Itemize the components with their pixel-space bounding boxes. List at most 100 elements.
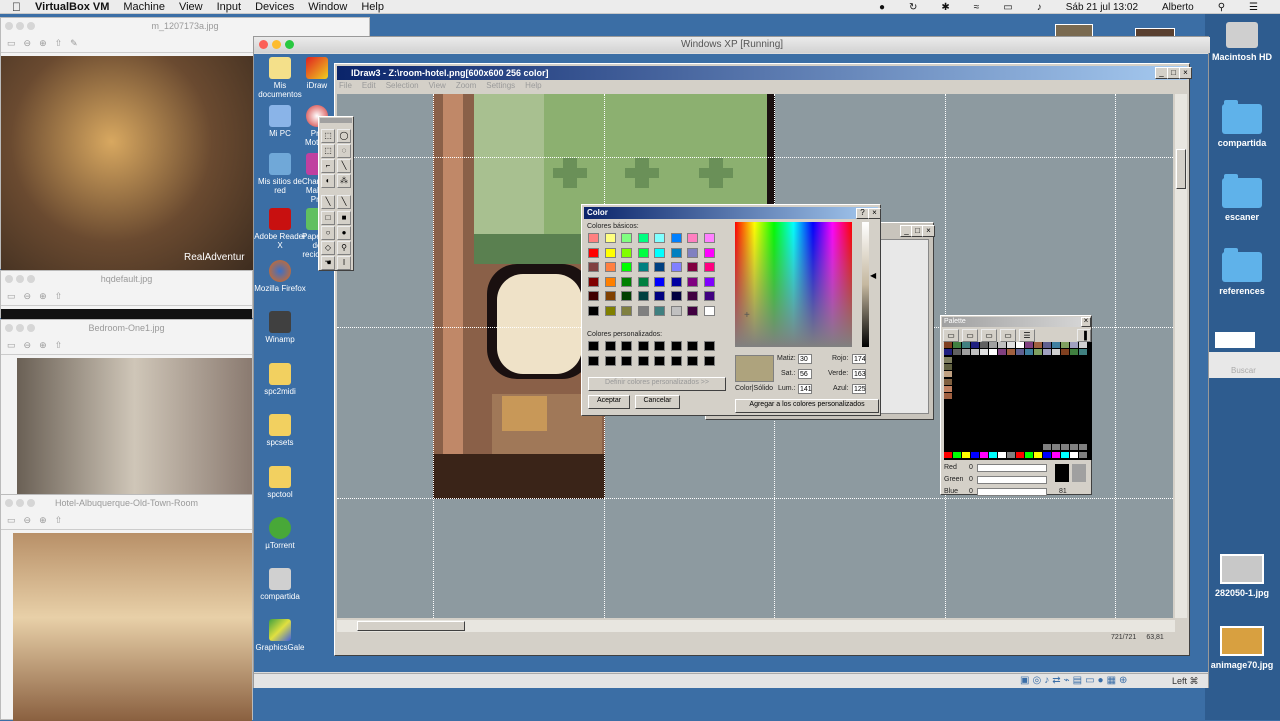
palette-cell[interactable]	[962, 422, 970, 429]
palette-cell[interactable]	[980, 378, 988, 385]
palette-cell[interactable]	[998, 444, 1006, 451]
palette-cell[interactable]	[953, 356, 961, 363]
palette-cell[interactable]	[1079, 415, 1087, 421]
menu-zoom[interactable]: Zoom	[456, 81, 476, 93]
zoom-out-icon[interactable]: ⊖	[24, 515, 32, 526]
palette-cell[interactable]	[1061, 349, 1069, 356]
palette-background-swatch[interactable]	[1072, 464, 1086, 482]
palette-cell[interactable]	[1052, 400, 1060, 407]
menu-view[interactable]: View	[179, 1, 203, 13]
palette-cell[interactable]	[1070, 363, 1078, 370]
palette-cell[interactable]	[1007, 356, 1015, 363]
palette-cell[interactable]	[980, 429, 988, 436]
palette-cell[interactable]	[1025, 371, 1033, 378]
palette-window[interactable]: Palette × ▭ ▭ ▭ ▭ ☰ ▐ Red Green Blue 0 0…	[940, 315, 1092, 496]
palette-cell[interactable]	[1007, 342, 1015, 348]
basic-color-swatch[interactable]	[703, 291, 715, 301]
palette-cell[interactable]	[998, 429, 1006, 436]
palette-cell[interactable]	[1016, 378, 1024, 385]
palette-cell[interactable]	[971, 356, 979, 363]
palette-cell[interactable]	[1079, 444, 1087, 451]
palette-cell[interactable]	[962, 342, 970, 348]
palette-cell[interactable]	[1007, 349, 1015, 356]
close-button[interactable]: ×	[922, 225, 935, 237]
custom-color-swatch[interactable]	[604, 341, 616, 351]
markup-icon[interactable]: ✎	[70, 38, 78, 49]
palette-cell[interactable]	[1061, 436, 1069, 443]
palette-cell[interactable]	[1052, 393, 1060, 400]
basic-color-swatch[interactable]	[637, 262, 649, 272]
scrollbar-thumb[interactable]	[1176, 149, 1186, 189]
palette-cell[interactable]	[944, 422, 952, 429]
palette-cell[interactable]	[971, 349, 979, 356]
color-dialog[interactable]: Color ? × Colores básicos: Colores perso…	[581, 204, 881, 416]
palette-cell[interactable]	[980, 400, 988, 407]
palette-cell[interactable]	[998, 378, 1006, 385]
display-icon[interactable]: ▭	[1085, 675, 1094, 686]
palette-cell[interactable]	[953, 363, 961, 370]
palette-cell[interactable]	[962, 378, 970, 385]
finder-search[interactable]: Buscar	[1205, 352, 1280, 378]
palette-cell[interactable]	[1016, 444, 1024, 451]
close-button[interactable]: ×	[868, 208, 881, 219]
palette-cell[interactable]	[944, 363, 952, 370]
palette-cell[interactable]	[1034, 385, 1042, 392]
palette-cell[interactable]	[1070, 342, 1078, 348]
basic-color-swatch[interactable]	[637, 233, 649, 243]
basic-color-swatch[interactable]	[588, 233, 599, 243]
palette-cell[interactable]	[998, 385, 1006, 392]
menu-window[interactable]: Window	[308, 1, 347, 13]
desktop-icon-escaner[interactable]: escaner	[1207, 174, 1277, 222]
palette-cell[interactable]	[1016, 371, 1024, 378]
custom-color-swatch[interactable]	[621, 355, 632, 366]
palette-cell[interactable]	[1025, 378, 1033, 385]
blue-input[interactable]: 125	[852, 384, 866, 394]
menubar-user[interactable]: Alberto	[1162, 2, 1194, 13]
palette-cell[interactable]	[1034, 342, 1042, 348]
palette-cell[interactable]	[953, 444, 961, 451]
palette-cell[interactable]	[962, 451, 970, 458]
palette-cell[interactable]	[971, 407, 979, 414]
palette-cell[interactable]	[998, 422, 1006, 429]
palette-cell[interactable]	[980, 363, 988, 370]
zoom-in-icon[interactable]: ⊕	[39, 340, 47, 351]
custom-color-swatch[interactable]	[654, 341, 665, 351]
palette-cell[interactable]	[944, 342, 952, 348]
menu-file[interactable]: File	[339, 81, 352, 93]
palette-cell[interactable]	[1079, 385, 1087, 392]
apple-icon[interactable]: 	[12, 0, 21, 14]
custom-color-swatch[interactable]	[588, 341, 599, 351]
palette-cell[interactable]	[1070, 429, 1078, 436]
fill-tool[interactable]: ◐	[321, 174, 335, 188]
palette-cell[interactable]	[998, 407, 1006, 414]
display-icon[interactable]: ▭	[1003, 2, 1012, 13]
custom-color-swatch[interactable]	[670, 355, 682, 366]
virtualbox-window[interactable]: Windows XP [Running] Mis documentos Mi P…	[253, 36, 1210, 688]
palette-cell[interactable]	[1070, 349, 1078, 356]
palette-cell[interactable]	[980, 451, 988, 458]
red-input[interactable]: 174	[852, 354, 866, 364]
palette-cell[interactable]	[1079, 436, 1087, 443]
share-icon[interactable]: ⇧	[55, 515, 63, 526]
xp-icon-utorrent[interactable]: µTorrent	[254, 517, 306, 550]
basic-color-swatch[interactable]	[670, 262, 682, 272]
palette-cell[interactable]	[1007, 436, 1015, 443]
palette-cell[interactable]	[1043, 444, 1051, 451]
palette-cell[interactable]	[998, 349, 1006, 356]
xp-icon-compartida[interactable]: compartida	[254, 568, 306, 601]
palette-cell[interactable]	[944, 429, 952, 436]
xp-icon-adobe-reader[interactable]: Adobe Reader X	[254, 208, 306, 250]
palette-foreground-swatch[interactable]	[1055, 464, 1069, 482]
palette-cell[interactable]	[1052, 342, 1060, 348]
palette-cell[interactable]	[1007, 393, 1015, 400]
usb-icon[interactable]: ⌁	[1064, 675, 1070, 686]
ellipse-filled-tool[interactable]: ●	[337, 226, 351, 240]
palette-cell[interactable]	[980, 349, 988, 356]
palette-cell[interactable]	[944, 444, 952, 451]
xp-icon-firefox[interactable]: Mozilla Firefox	[254, 260, 306, 293]
palette-cell[interactable]	[944, 378, 952, 385]
palette-cell[interactable]	[944, 407, 952, 414]
basic-color-swatch[interactable]	[703, 262, 715, 272]
desktop-icon-references[interactable]: references	[1207, 248, 1277, 296]
palette-cell[interactable]	[1043, 378, 1051, 385]
